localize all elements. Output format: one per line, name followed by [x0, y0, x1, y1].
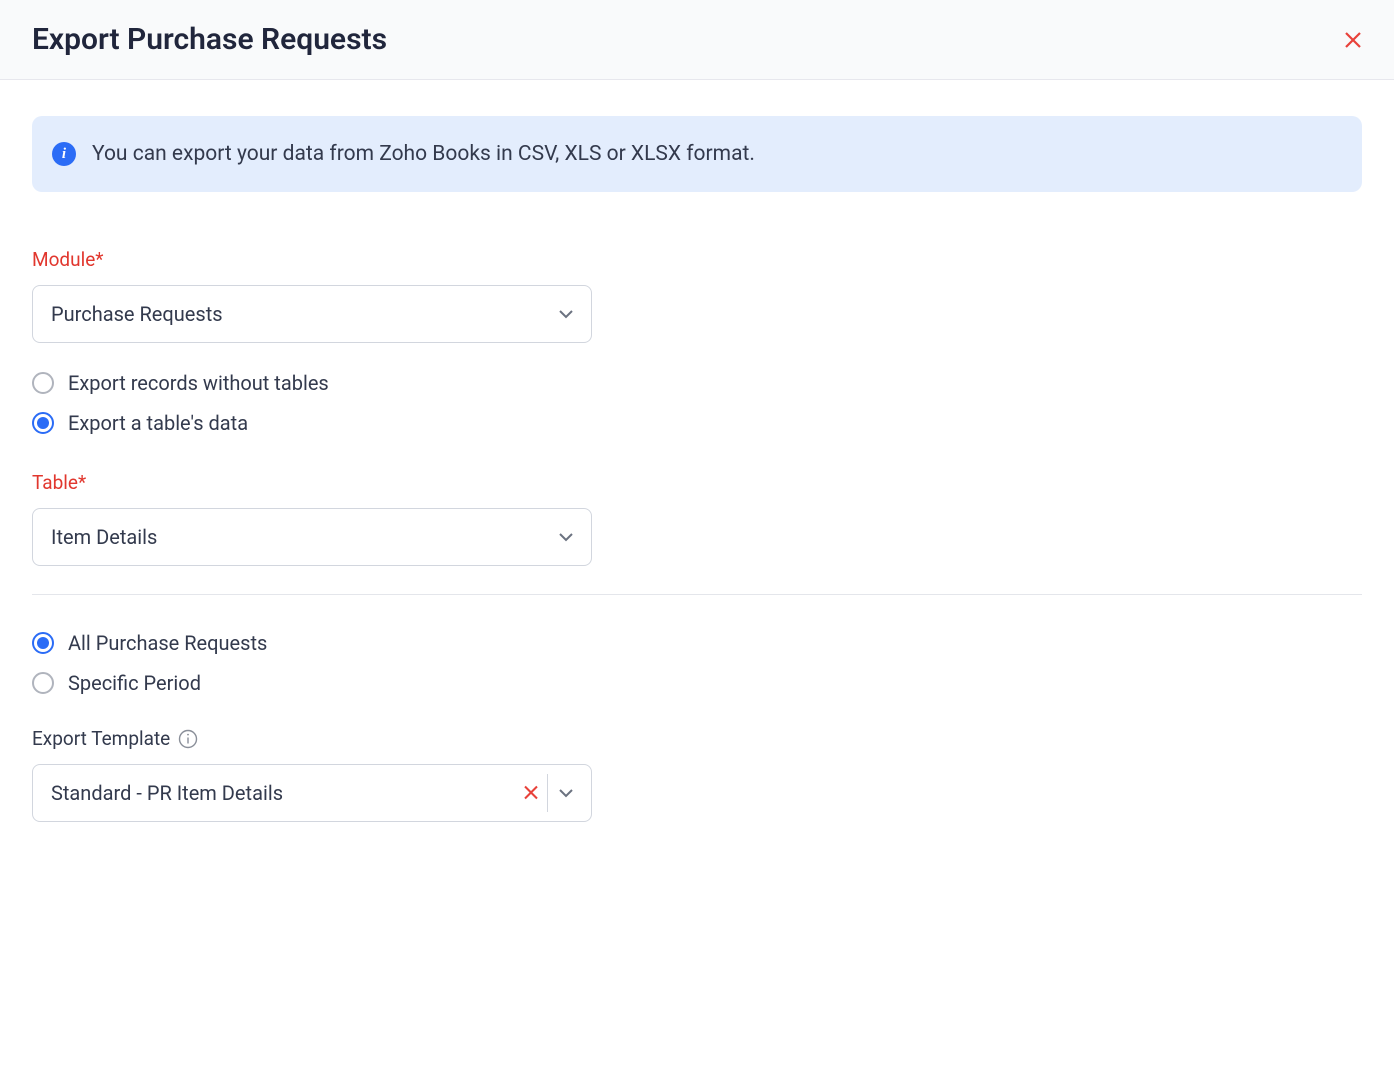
module-label: Module*: [32, 248, 1362, 271]
radio-icon: [32, 672, 54, 694]
radio-label: Export records without tables: [68, 371, 329, 395]
radio-all-purchase-requests[interactable]: All Purchase Requests: [32, 631, 1362, 655]
table-label: Table*: [32, 471, 1362, 494]
module-select[interactable]: Purchase Requests: [32, 285, 592, 343]
radio-icon: [32, 372, 54, 394]
radio-label: All Purchase Requests: [68, 631, 267, 655]
table-select-value: Item Details: [51, 525, 157, 549]
module-select-value: Purchase Requests: [51, 302, 223, 326]
table-select[interactable]: Item Details: [32, 508, 592, 566]
table-section: Table* Item Details: [32, 471, 1362, 566]
export-mode-radio-group: Export records without tables Export a t…: [32, 371, 1362, 435]
radio-label: Export a table's data: [68, 411, 248, 435]
dialog-header: Export Purchase Requests: [0, 0, 1394, 80]
radio-export-table-data[interactable]: Export a table's data: [32, 411, 1362, 435]
export-template-value: Standard - PR Item Details: [51, 781, 283, 805]
radio-icon: [32, 412, 54, 434]
close-icon: [1344, 25, 1362, 55]
clear-icon[interactable]: [520, 778, 542, 809]
radio-export-without-tables[interactable]: Export records without tables: [32, 371, 1362, 395]
radio-specific-period[interactable]: Specific Period: [32, 671, 1362, 695]
info-banner-text: You can export your data from Zoho Books…: [92, 142, 755, 166]
export-template-select-wrap: Standard - PR Item Details: [32, 764, 592, 822]
export-template-select[interactable]: Standard - PR Item Details: [32, 764, 592, 822]
table-select-wrap: Item Details: [32, 508, 592, 566]
export-template-label: Export Template: [32, 727, 1362, 750]
radio-label: Specific Period: [68, 671, 201, 695]
radio-icon: [32, 632, 54, 654]
select-divider: [547, 774, 548, 812]
info-banner: i You can export your data from Zoho Boo…: [32, 116, 1362, 192]
close-button[interactable]: [1344, 27, 1362, 53]
export-template-label-text: Export Template: [32, 727, 170, 750]
scope-radio-group: All Purchase Requests Specific Period: [32, 631, 1362, 695]
info-icon: i: [52, 142, 76, 166]
export-template-section: Export Template Standard - PR Item Detai…: [32, 727, 1362, 822]
divider: [32, 594, 1362, 595]
dialog-content: i You can export your data from Zoho Boo…: [0, 80, 1394, 822]
page-title: Export Purchase Requests: [32, 22, 387, 57]
module-section: Module* Purchase Requests Export records…: [32, 248, 1362, 435]
help-icon[interactable]: [178, 729, 198, 749]
module-select-wrap: Purchase Requests: [32, 285, 592, 343]
